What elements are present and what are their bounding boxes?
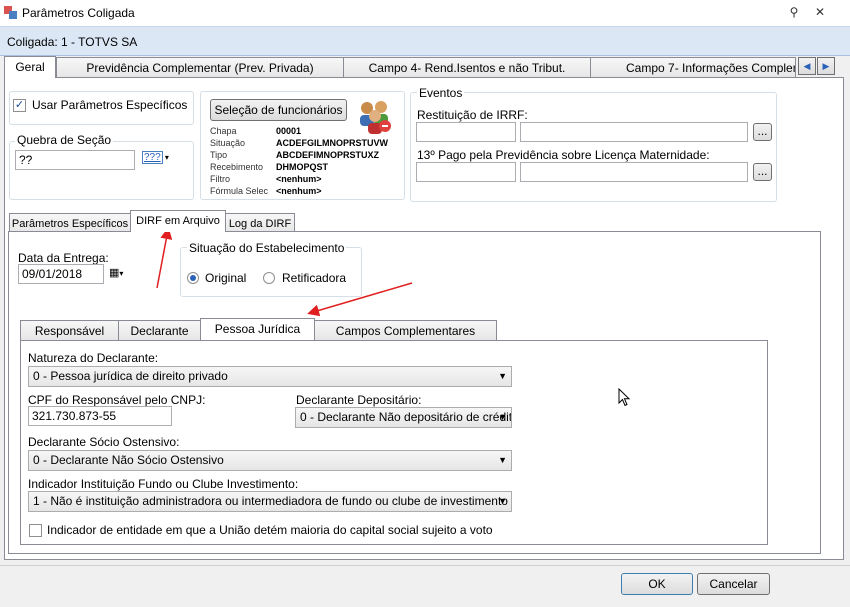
tab-campo7-label: Campo 7- Informações Complementares	[626, 61, 795, 75]
eventos-legend: Eventos	[417, 86, 465, 100]
data-entrega-label: Data da Entrega:	[18, 251, 109, 265]
depositario-value: 0 - Declarante Não depositário de crédit…	[300, 410, 512, 424]
close-icon[interactable]: ✕	[812, 4, 828, 20]
chevron-down-icon: ▼	[498, 496, 507, 506]
tab-geral-label: Geral	[15, 60, 45, 74]
selecao-field-row: Chapa 00001	[210, 126, 405, 138]
restituicao-desc-input[interactable]	[520, 122, 748, 142]
tab-parametros-especificos-label: Parâmetros Específicos	[11, 218, 129, 230]
fundo-select[interactable]: 1 - Não é instituição administradora ou …	[28, 491, 512, 512]
tab-responsavel[interactable]: Responsável	[20, 320, 119, 340]
tab-dirf-arquivo[interactable]: DIRF em Arquivo	[130, 210, 226, 232]
selecao-field-value: DHMOPQST	[276, 162, 329, 172]
tab-geral[interactable]: Geral	[4, 56, 56, 78]
tab-campos-complementares[interactable]: Campos Complementares	[314, 320, 497, 340]
situacao-legend: Situação do Estabelecimento	[187, 241, 347, 255]
tab-campo4[interactable]: Campo 4- Rend.Isentos e não Tribut.	[343, 57, 591, 77]
natureza-select[interactable]: 0 - Pessoa jurídica de direito privado ▼	[28, 366, 512, 387]
radio-original[interactable]	[187, 272, 199, 284]
restituicao-label: Restituição de IRRF:	[417, 108, 528, 122]
tab-campo4-label: Campo 4- Rend.Isentos e não Tribut.	[368, 61, 566, 75]
fundo-label: Indicador Instituição Fundo ou Clube Inv…	[28, 477, 299, 491]
selecao-field-label: Filtro	[210, 174, 230, 184]
mouse-cursor-icon	[618, 388, 631, 407]
restituicao-code-input[interactable]	[416, 122, 516, 142]
tab-log-dirf[interactable]: Log da DIRF	[225, 213, 295, 233]
selecao-field-value: <nenhum>	[276, 174, 322, 184]
depositario-label: Declarante Depositário:	[296, 393, 422, 407]
pin-icon[interactable]: ⚲	[786, 4, 802, 20]
selecao-field-label: Chapa	[210, 126, 237, 136]
selecao-field-row: Tipo ABCDEFIMNOPRSTUXZ	[210, 150, 405, 162]
decimo-desc-input[interactable]	[520, 162, 748, 182]
coligada-label: Coligada: 1 - TOTVS SA	[7, 35, 138, 49]
selecao-funcionarios-button[interactable]: Seleção de funcionários	[210, 99, 347, 121]
cpf-input[interactable]: 321.730.873-55	[28, 406, 172, 426]
radio-retificadora[interactable]	[263, 272, 275, 284]
selecao-field-label: Recebimento	[210, 162, 264, 172]
usar-parametros-checkbox[interactable]: ✓	[13, 99, 26, 112]
selecao-field-row: Situação ACDEFGILMNOPRSTUVW	[210, 138, 405, 150]
selecao-field-row: Fórmula Selec <nenhum>	[210, 186, 405, 198]
tab-declarante[interactable]: Declarante	[118, 320, 201, 340]
coligada-header: Coligada: 1 - TOTVS SA	[0, 26, 850, 56]
quebra-secao-selector-button[interactable]: ??? ▾	[142, 151, 170, 168]
tab-dirf-arquivo-label: DIRF em Arquivo	[136, 215, 220, 227]
tab-scroll-left-icon[interactable]: ◀	[798, 57, 816, 75]
calendar-icon[interactable]: ▦▾	[109, 266, 135, 282]
uniao-checkbox[interactable]	[29, 524, 42, 537]
cpf-label: CPF do Responsável pelo CNPJ:	[28, 393, 206, 407]
tab-campos-complementares-label: Campos Complementares	[335, 324, 476, 338]
tab-parametros-especificos[interactable]: Parâmetros Específicos	[9, 213, 131, 233]
window-title: Parâmetros Coligada	[22, 6, 135, 20]
tab-responsavel-label: Responsável	[34, 324, 105, 338]
socio-label: Declarante Sócio Ostensivo:	[28, 435, 180, 449]
selecao-field-row: Recebimento DHMOPQST	[210, 162, 405, 174]
natureza-value: 0 - Pessoa jurídica de direito privado	[33, 369, 228, 383]
quebra-button-text: ???	[142, 151, 163, 164]
cancel-button[interactable]: Cancelar	[697, 573, 770, 595]
restituicao-lookup-button[interactable]: ...	[753, 123, 772, 141]
tab-declarante-label: Declarante	[130, 324, 189, 338]
decimo-code-input[interactable]	[416, 162, 516, 182]
socio-select[interactable]: 0 - Declarante Não Sócio Ostensivo ▼	[28, 450, 512, 471]
selecao-field-label: Situação	[210, 138, 246, 148]
tab-previdencia-label: Previdência Complementar (Prev. Privada)	[86, 61, 314, 75]
selecao-field-label: Tipo	[210, 150, 228, 160]
socio-value: 0 - Declarante Não Sócio Ostensivo	[33, 453, 224, 467]
decimo-lookup-button[interactable]: ...	[753, 163, 772, 181]
tab-log-dirf-label: Log da DIRF	[228, 218, 292, 230]
chevron-down-icon: ▼	[498, 371, 507, 381]
natureza-label: Natureza do Declarante:	[28, 351, 159, 365]
chevron-down-icon: ▼	[498, 412, 507, 422]
title-bar: Parâmetros Coligada ⚲ ✕	[0, 0, 850, 26]
decimo-label: 13º Pago pela Previdência sobre Licença …	[417, 148, 710, 162]
selecao-field-value: 00001	[276, 126, 302, 136]
ok-button[interactable]: OK	[621, 573, 693, 595]
app-icon	[4, 6, 17, 19]
radio-original-label: Original	[205, 271, 247, 285]
tab-pessoa-juridica-label: Pessoa Jurídica	[214, 322, 301, 336]
fundo-value: 1 - Não é instituição administradora ou …	[33, 494, 508, 508]
tab-scroll-right-icon[interactable]: ▶	[817, 57, 835, 75]
radio-retificadora-label: Retificadora	[282, 271, 347, 285]
selecao-field-value: <nenhum>	[276, 186, 322, 196]
uniao-label: Indicador de entidade em que a União det…	[47, 523, 493, 537]
usar-parametros-label: Usar Parâmetros Específicos	[32, 98, 188, 112]
selecao-field-value: ABCDEFIMNOPRSTUXZ	[276, 150, 379, 160]
selecao-field-row: Filtro <nenhum>	[210, 174, 405, 186]
depositario-select[interactable]: 0 - Declarante Não depositário de crédit…	[295, 407, 512, 428]
selecao-field-value: ACDEFGILMNOPRSTUVW	[276, 138, 388, 148]
quebra-secao-input[interactable]: ??	[15, 150, 135, 170]
selecao-field-label: Fórmula Selec	[210, 186, 269, 196]
tab-pessoa-juridica[interactable]: Pessoa Jurídica	[200, 318, 315, 340]
tab-campo7[interactable]: Campo 7- Informações Complementares	[590, 57, 796, 77]
data-entrega-input[interactable]: 09/01/2018	[18, 264, 104, 284]
tab-previdencia[interactable]: Previdência Complementar (Prev. Privada)	[56, 57, 344, 77]
footer-divider	[0, 565, 850, 566]
chevron-down-icon: ▼	[498, 455, 507, 465]
quebra-secao-legend: Quebra de Seção	[15, 133, 114, 147]
